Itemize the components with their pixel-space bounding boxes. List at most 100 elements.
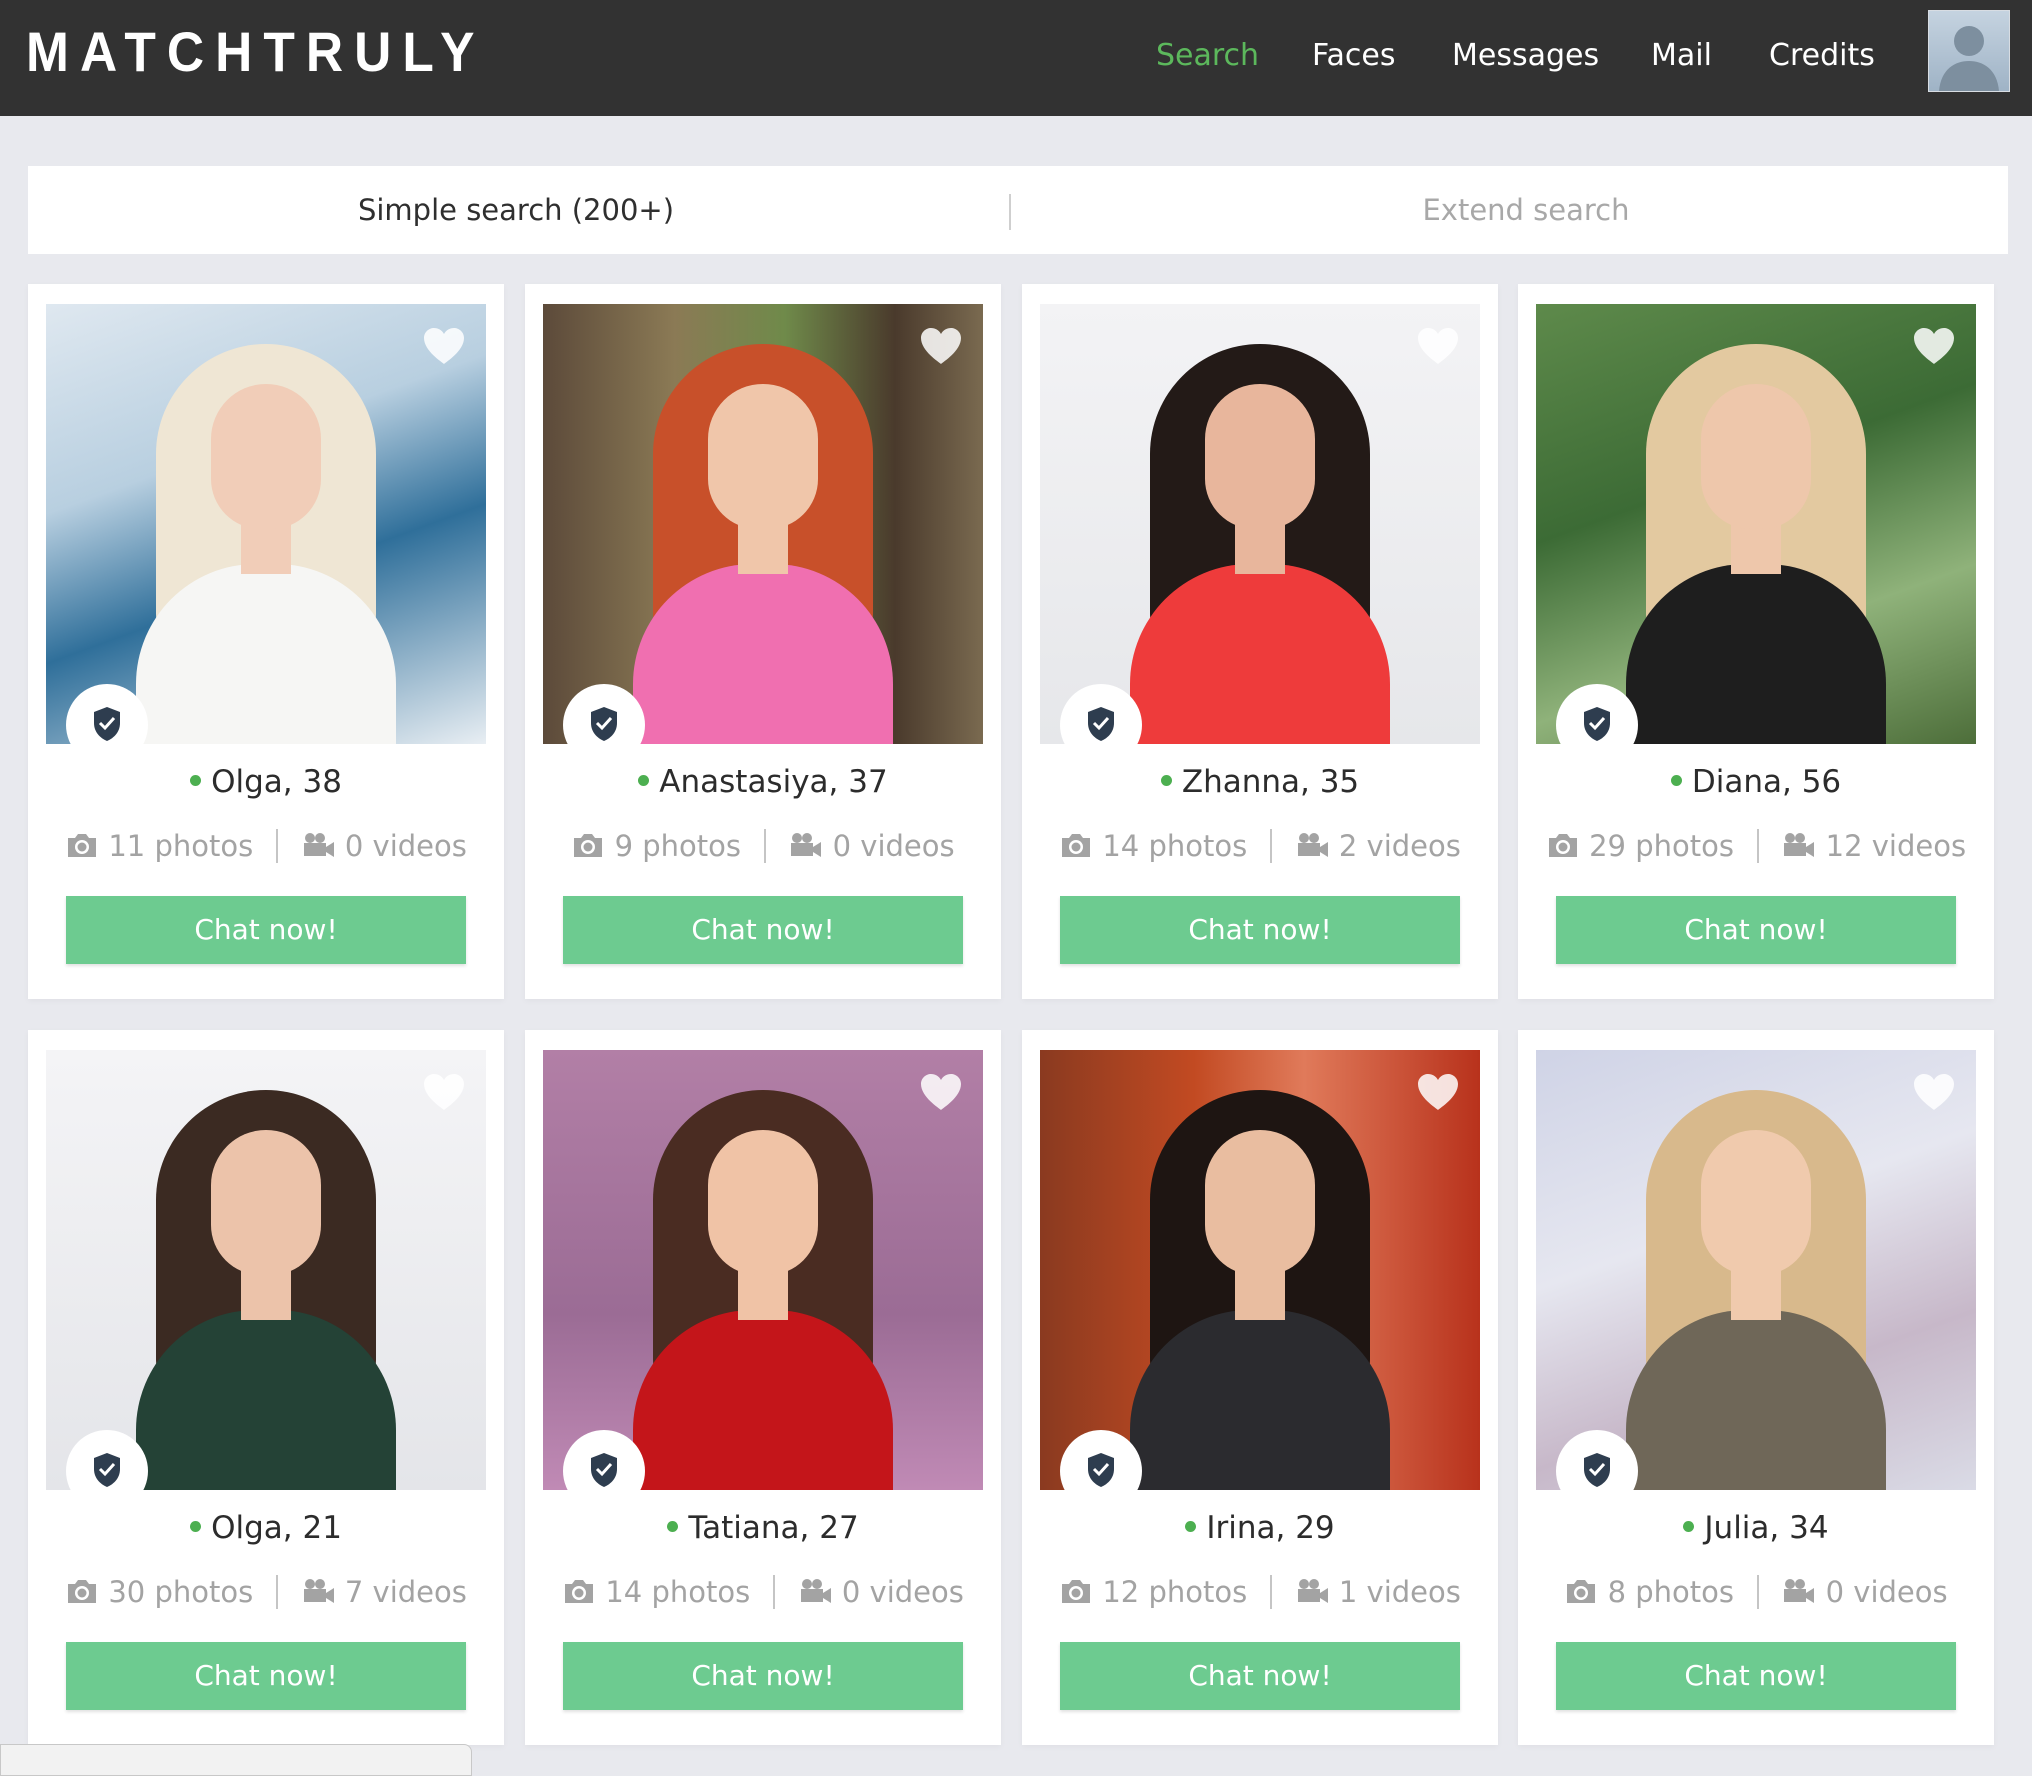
- shield-check-icon: [1088, 1453, 1114, 1487]
- chat-now-button[interactable]: Chat now!: [66, 896, 466, 964]
- profile-name[interactable]: Diana, 56: [1692, 764, 1841, 800]
- chat-now-button[interactable]: Chat now!: [1556, 1642, 1956, 1710]
- nav-messages[interactable]: Messages: [1452, 34, 1599, 78]
- camera-icon: [1062, 1580, 1091, 1603]
- photo-count[interactable]: 11 photos: [108, 829, 253, 863]
- chat-now-button[interactable]: Chat now!: [1060, 896, 1460, 964]
- profile-name[interactable]: Olga, 21: [211, 1510, 342, 1546]
- search-mode-bar: Simple search (200+) Extend search: [28, 166, 2008, 254]
- profile-name[interactable]: Anastasiya, 37: [659, 764, 887, 800]
- video-count[interactable]: 0 videos: [345, 829, 467, 863]
- nav-credits[interactable]: Credits: [1769, 34, 1875, 78]
- bottom-edge-panel: [0, 1744, 472, 1776]
- nav-search[interactable]: Search: [1156, 34, 1259, 78]
- profile-card-6: Tatiana, 27 14 photos 0 videos Chat now!: [525, 1030, 1001, 1745]
- profile-photo[interactable]: [543, 1050, 983, 1490]
- profile-card-3: Zhanna, 35 14 photos 2 videos Chat now!: [1022, 284, 1498, 999]
- profile-card-2: Anastasiya, 37 9 photos 0 videos Chat no…: [525, 284, 1001, 999]
- heart-icon[interactable]: [1912, 326, 1956, 366]
- shield-check-icon: [591, 1453, 617, 1487]
- video-camera-icon: [800, 1579, 831, 1603]
- shield-check-icon: [1584, 1453, 1610, 1487]
- extend-search-tab[interactable]: Extend search: [1044, 166, 2008, 254]
- camera-icon: [565, 1580, 594, 1603]
- heart-icon[interactable]: [1416, 326, 1460, 366]
- nav-faces[interactable]: Faces: [1312, 34, 1395, 78]
- profile-photo[interactable]: [1040, 304, 1480, 744]
- video-count[interactable]: 1 videos: [1339, 1575, 1461, 1609]
- profile-card-5: Olga, 21 30 photos 7 videos Chat now!: [28, 1030, 504, 1745]
- media-counts: 11 photos 0 videos: [28, 826, 504, 866]
- profile-name[interactable]: Tatiana, 27: [688, 1510, 858, 1546]
- media-counts: 9 photos 0 videos: [525, 826, 1001, 866]
- video-count[interactable]: 0 videos: [1826, 1575, 1948, 1609]
- heart-icon[interactable]: [919, 326, 963, 366]
- photo-count[interactable]: 9 photos: [615, 829, 741, 863]
- site-logo[interactable]: MATCHTRULY: [26, 20, 486, 84]
- profile-name[interactable]: Julia, 34: [1704, 1510, 1828, 1546]
- default-user-icon: [1939, 26, 1999, 91]
- profile-name[interactable]: Zhanna, 35: [1182, 764, 1359, 800]
- online-status-dot: [1670, 775, 1682, 786]
- heart-icon[interactable]: [919, 1072, 963, 1112]
- media-counts: 14 photos 2 videos: [1022, 826, 1498, 866]
- online-status-dot: [638, 775, 650, 786]
- chat-now-button[interactable]: Chat now!: [1556, 896, 1956, 964]
- media-counts: 8 photos 0 videos: [1518, 1572, 1994, 1612]
- chat-now-button[interactable]: Chat now!: [66, 1642, 466, 1710]
- camera-icon: [68, 1580, 97, 1603]
- profile-card-7: Irina, 29 12 photos 1 videos Chat now!: [1022, 1030, 1498, 1745]
- profile-card-8: Julia, 34 8 photos 0 videos Chat now!: [1518, 1030, 1994, 1745]
- camera-icon: [1548, 834, 1577, 857]
- chat-now-button[interactable]: Chat now!: [563, 896, 963, 964]
- photo-count[interactable]: 8 photos: [1608, 1575, 1734, 1609]
- photo-count[interactable]: 14 photos: [605, 1575, 750, 1609]
- video-count[interactable]: 0 videos: [833, 829, 955, 863]
- nav-mail[interactable]: Mail: [1651, 34, 1712, 78]
- photo-count[interactable]: 12 photos: [1102, 1575, 1247, 1609]
- media-counts: 12 photos 1 videos: [1022, 1572, 1498, 1612]
- profile-photo[interactable]: [46, 1050, 486, 1490]
- profile-name[interactable]: Irina, 29: [1206, 1510, 1334, 1546]
- chat-now-button[interactable]: Chat now!: [563, 1642, 963, 1710]
- shield-check-icon: [94, 707, 120, 741]
- online-status-dot: [190, 775, 202, 786]
- shield-check-icon: [94, 1453, 120, 1487]
- top-navigation-bar: MATCHTRULY Search Faces Messages Mail Cr…: [0, 0, 2032, 116]
- video-camera-icon: [303, 833, 334, 857]
- profile-photo[interactable]: [543, 304, 983, 744]
- profile-photo[interactable]: [1536, 304, 1976, 744]
- photo-count[interactable]: 14 photos: [1102, 829, 1247, 863]
- shield-check-icon: [1088, 707, 1114, 741]
- heart-icon[interactable]: [422, 1072, 466, 1112]
- video-camera-icon: [1784, 1579, 1815, 1603]
- video-count[interactable]: 0 videos: [842, 1575, 964, 1609]
- profile-card-4: Diana, 56 29 photos 12 videos Chat now!: [1518, 284, 1994, 999]
- online-status-dot: [1683, 1521, 1695, 1532]
- shield-check-icon: [1584, 707, 1610, 741]
- video-camera-icon: [791, 833, 822, 857]
- profile-photo[interactable]: [1040, 1050, 1480, 1490]
- camera-icon: [574, 834, 603, 857]
- chat-now-button[interactable]: Chat now!: [1060, 1642, 1460, 1710]
- online-status-dot: [190, 1521, 202, 1532]
- heart-icon[interactable]: [422, 326, 466, 366]
- photo-count[interactable]: 29 photos: [1589, 829, 1734, 863]
- heart-icon[interactable]: [1912, 1072, 1956, 1112]
- profile-name[interactable]: Olga, 38: [211, 764, 342, 800]
- media-counts: 30 photos 7 videos: [28, 1572, 504, 1612]
- simple-search-tab[interactable]: Simple search (200+): [28, 166, 1004, 254]
- video-camera-icon: [1297, 1579, 1328, 1603]
- video-count[interactable]: 12 videos: [1826, 829, 1966, 863]
- camera-icon: [68, 834, 97, 857]
- profile-photo[interactable]: [1536, 1050, 1976, 1490]
- camera-icon: [1062, 834, 1091, 857]
- video-count[interactable]: 7 videos: [345, 1575, 467, 1609]
- photo-count[interactable]: 30 photos: [108, 1575, 253, 1609]
- heart-icon[interactable]: [1416, 1072, 1460, 1112]
- video-count[interactable]: 2 videos: [1339, 829, 1461, 863]
- online-status-dot: [1185, 1521, 1197, 1532]
- profile-photo[interactable]: [46, 304, 486, 744]
- video-camera-icon: [1297, 833, 1328, 857]
- user-avatar[interactable]: [1928, 10, 2010, 92]
